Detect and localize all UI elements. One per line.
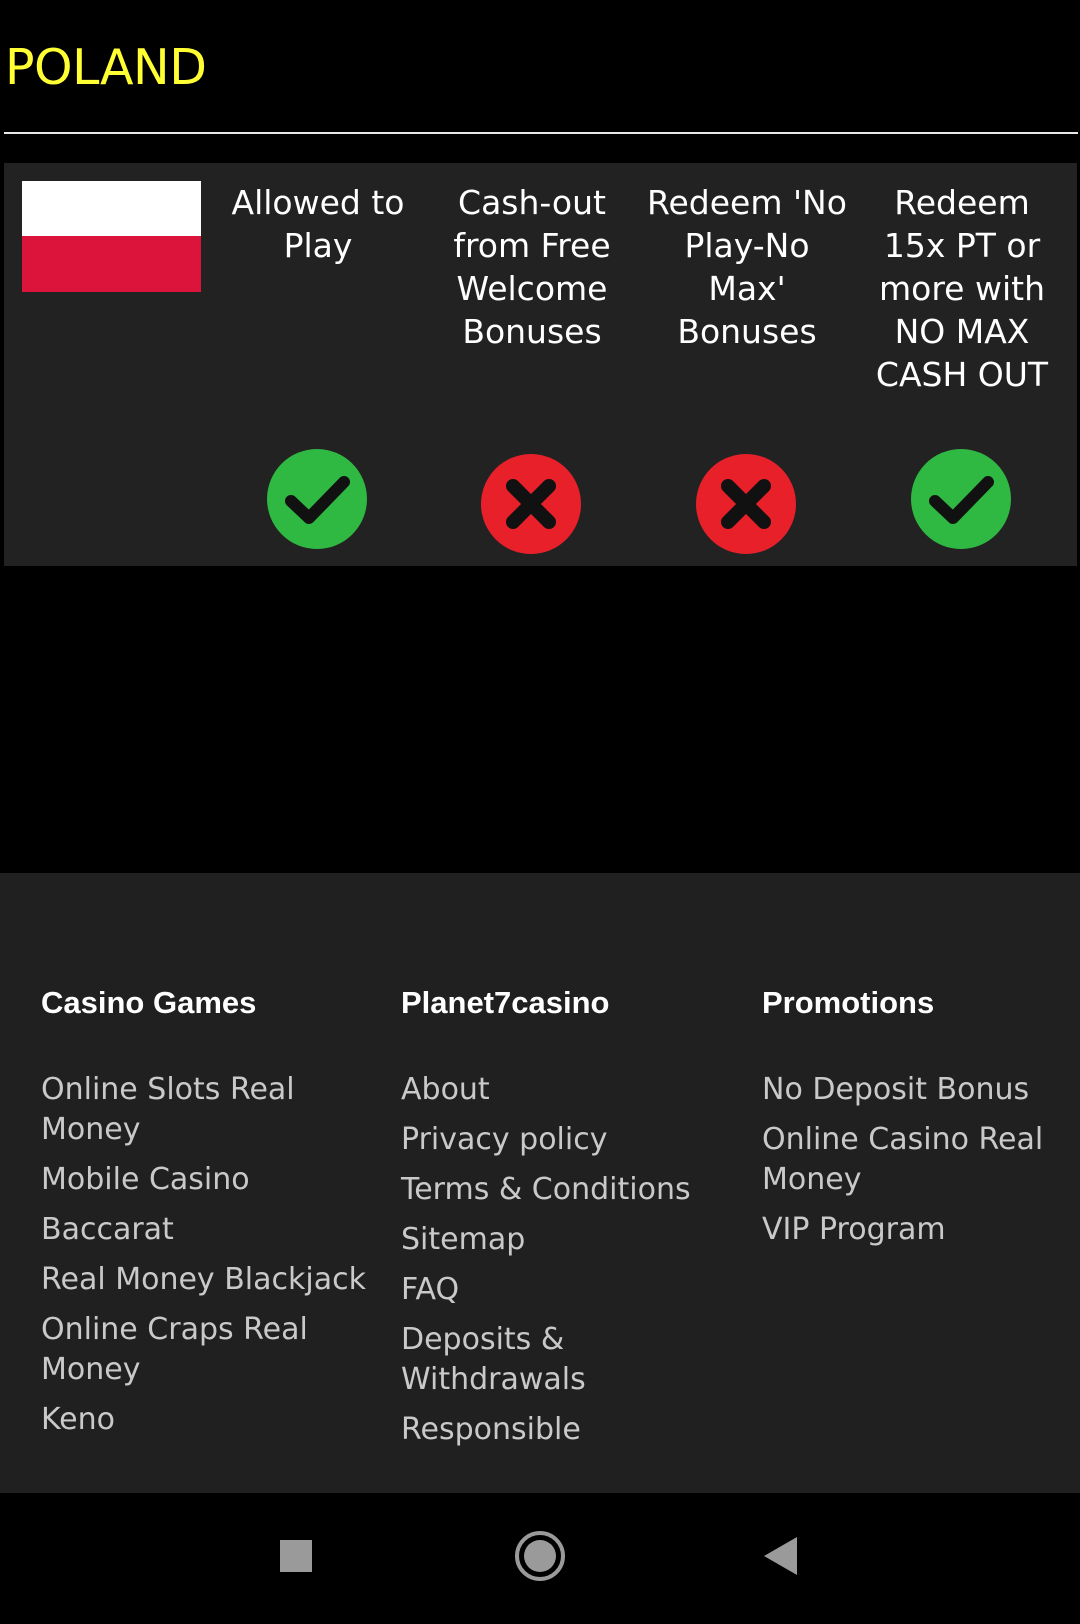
footer-link[interactable]: Baccarat [41, 1210, 371, 1250]
country-status-table: Allowed to Play Cash-out from Free Welco… [4, 163, 1077, 566]
status-column-15x-pt-no-max: Redeem 15x PT or more with NO MAX CASH O… [859, 181, 1065, 551]
footer-link[interactable]: No Deposit Bonus [762, 1070, 1080, 1110]
footer-column-casino-games: Casino Games Online Slots Real Money Mob… [41, 983, 371, 1450]
footer-link[interactable]: Deposits & Withdrawals [401, 1320, 731, 1400]
status-column-label: Allowed to Play [231, 183, 405, 265]
status-column-no-play-no-max: Redeem 'No Play-No Max' Bonuses [644, 181, 850, 554]
footer-link[interactable]: Mobile Casino [41, 1160, 371, 1200]
footer-link[interactable]: About [401, 1070, 731, 1110]
status-column-cash-out-free-bonuses: Cash-out from Free Welcome Bonuses [429, 181, 635, 554]
footer-link[interactable]: Online Craps Real Money [41, 1310, 371, 1390]
footer-heading: Planet7casino [401, 985, 610, 1020]
flag-white-stripe [22, 181, 201, 236]
country-title: POLAND [5, 39, 207, 96]
footer-link[interactable]: Terms & Conditions [401, 1170, 731, 1210]
flag-red-stripe [22, 236, 201, 292]
cross-icon [696, 454, 796, 554]
status-column-label: Redeem 'No Play-No Max' Bonuses [647, 183, 847, 351]
footer-heading: Casino Games [41, 985, 257, 1020]
back-icon[interactable] [745, 1521, 815, 1591]
site-footer: Casino Games Online Slots Real Money Mob… [0, 873, 1080, 1493]
footer-column-planet7casino: Planet7casino About Privacy policy Terms… [401, 983, 731, 1460]
footer-column-promotions: Promotions No Deposit Bonus Online Casin… [762, 983, 1080, 1260]
country-header: POLAND [0, 0, 1080, 136]
home-icon[interactable] [505, 1521, 575, 1591]
header-divider [4, 132, 1078, 134]
cross-icon [481, 454, 581, 554]
poland-flag-icon [22, 181, 201, 292]
footer-link-list: Online Slots Real Money Mobile Casino Ba… [41, 1070, 371, 1440]
system-nav-bar [0, 1493, 1080, 1624]
status-column-label: Cash-out from Free Welcome Bonuses [453, 183, 611, 351]
footer-heading: Promotions [762, 985, 935, 1020]
footer-link[interactable]: Sitemap [401, 1220, 731, 1260]
footer-link[interactable]: Real Money Blackjack [41, 1260, 371, 1300]
footer-link[interactable]: Privacy policy [401, 1120, 731, 1160]
status-column-label: Redeem 15x PT or more with NO MAX CASH O… [875, 183, 1049, 394]
footer-link[interactable]: Keno [41, 1400, 371, 1440]
footer-link[interactable]: FAQ [401, 1270, 731, 1310]
status-column-allowed-to-play: Allowed to Play [215, 181, 421, 551]
check-icon [267, 449, 367, 549]
check-icon [911, 449, 1011, 549]
footer-link[interactable]: VIP Program [762, 1210, 1080, 1250]
footer-link-list: About Privacy policy Terms & Conditions … [401, 1070, 731, 1450]
footer-link[interactable]: Online Casino Real Money [762, 1120, 1080, 1200]
footer-link[interactable]: Online Slots Real Money [41, 1070, 371, 1150]
footer-link-list: No Deposit Bonus Online Casino Real Mone… [762, 1070, 1080, 1250]
footer-link[interactable]: Responsible [401, 1410, 731, 1450]
recents-icon[interactable] [261, 1521, 331, 1591]
